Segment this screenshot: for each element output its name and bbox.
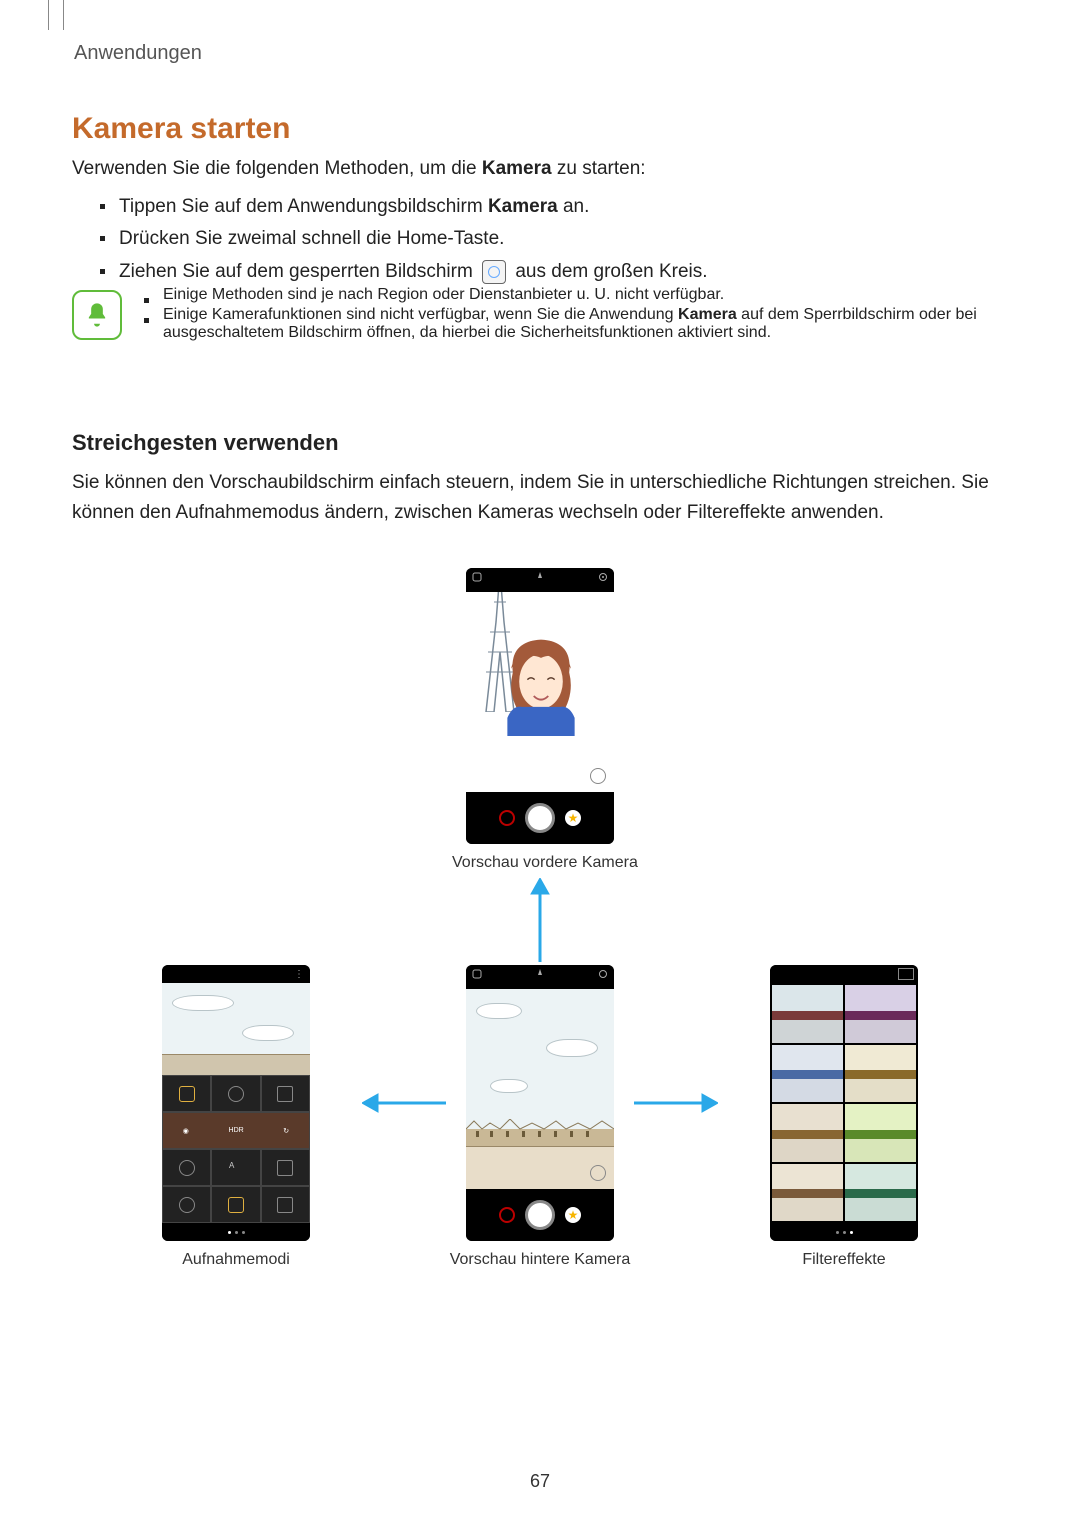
shooting-modes-illustration: ⋮ ◉HDR↻ A: [162, 965, 310, 1241]
effects-button-icon: ★: [565, 1207, 581, 1223]
page-tab-mark: [48, 0, 64, 30]
note-block: Einige Methoden sind je nach Region oder…: [72, 286, 1007, 344]
subsection-heading: Streichgesten verwenden: [72, 430, 339, 456]
bullet-1-post: an.: [558, 196, 590, 217]
intro-text-bold: Kamera: [482, 158, 552, 179]
effects-button-icon: ★: [565, 810, 581, 826]
front-camera-preview-illustration: ★: [466, 568, 614, 844]
camera-lockscreen-icon: [482, 260, 506, 284]
rear-camera-caption: Vorschau hintere Kamera: [448, 1251, 632, 1269]
rear-camera-preview-illustration: ★: [466, 965, 614, 1241]
bullet-dot-icon: [100, 204, 105, 209]
bullet-dot-icon: [144, 298, 149, 303]
bullet-list: Tippen Sie auf dem Anwendungsbildschirm …: [100, 192, 1003, 289]
swipe-description: Sie können den Vorschaubildschirm einfac…: [72, 468, 1007, 529]
bullet-3-post: aus dem großen Kreis.: [515, 261, 707, 282]
bullet-2-text: Drücken Sie zweimal schnell die Home-Tas…: [119, 224, 504, 254]
bullet-3-pre: Ziehen Sie auf dem gesperrten Bildschirm: [119, 261, 478, 282]
modes-caption: Aufnahmemodi: [180, 1251, 292, 1269]
note-1-text: Einige Methoden sind je nach Region oder…: [163, 286, 724, 304]
filter-effects-illustration: [770, 965, 918, 1241]
intro-text-pre: Verwenden Sie die folgenden Methoden, um…: [72, 158, 482, 179]
bullet-dot-icon: [100, 269, 105, 274]
bullet-1-bold: Kamera: [488, 196, 558, 217]
record-button-icon: [499, 810, 515, 826]
list-item: Einige Kamerafunktionen sind nicht verfü…: [144, 306, 1007, 342]
page-number: 67: [0, 1471, 1080, 1492]
bullet-1-pre: Tippen Sie auf dem Anwendungsbildschirm: [119, 196, 488, 217]
note-2-pre: Einige Kamerafunktionen sind nicht verfü…: [163, 306, 678, 323]
list-item: Tippen Sie auf dem Anwendungsbildschirm …: [100, 192, 1003, 222]
note-bell-icon: [72, 290, 122, 340]
section-header: Anwendungen: [74, 42, 202, 65]
record-button-icon: [499, 1207, 515, 1223]
intro-text-suf: zu starten:: [552, 158, 646, 179]
intro-paragraph: Verwenden Sie die folgenden Methoden, um…: [72, 154, 1007, 184]
bullet-dot-icon: [100, 236, 105, 241]
page-heading: Kamera starten: [72, 112, 290, 146]
filters-caption: Filtereffekte: [800, 1251, 888, 1269]
list-item: Einige Methoden sind je nach Region oder…: [144, 286, 1007, 304]
front-camera-caption: Vorschau vordere Kamera: [452, 854, 628, 872]
bullet-dot-icon: [144, 318, 149, 323]
list-item: Drücken Sie zweimal schnell die Home-Tas…: [100, 224, 1003, 254]
list-item: Ziehen Sie auf dem gesperrten Bildschirm…: [100, 257, 1003, 287]
note-2-bold: Kamera: [678, 306, 737, 323]
arrow-up-icon: [528, 878, 552, 962]
shutter-button-icon: [525, 1200, 555, 1230]
swipe-diagram: ★ Vorschau vordere Kamera: [72, 560, 1007, 1380]
shutter-button-icon: [525, 803, 555, 833]
arrow-left-icon: [362, 1091, 446, 1115]
arrow-right-icon: [634, 1091, 718, 1115]
